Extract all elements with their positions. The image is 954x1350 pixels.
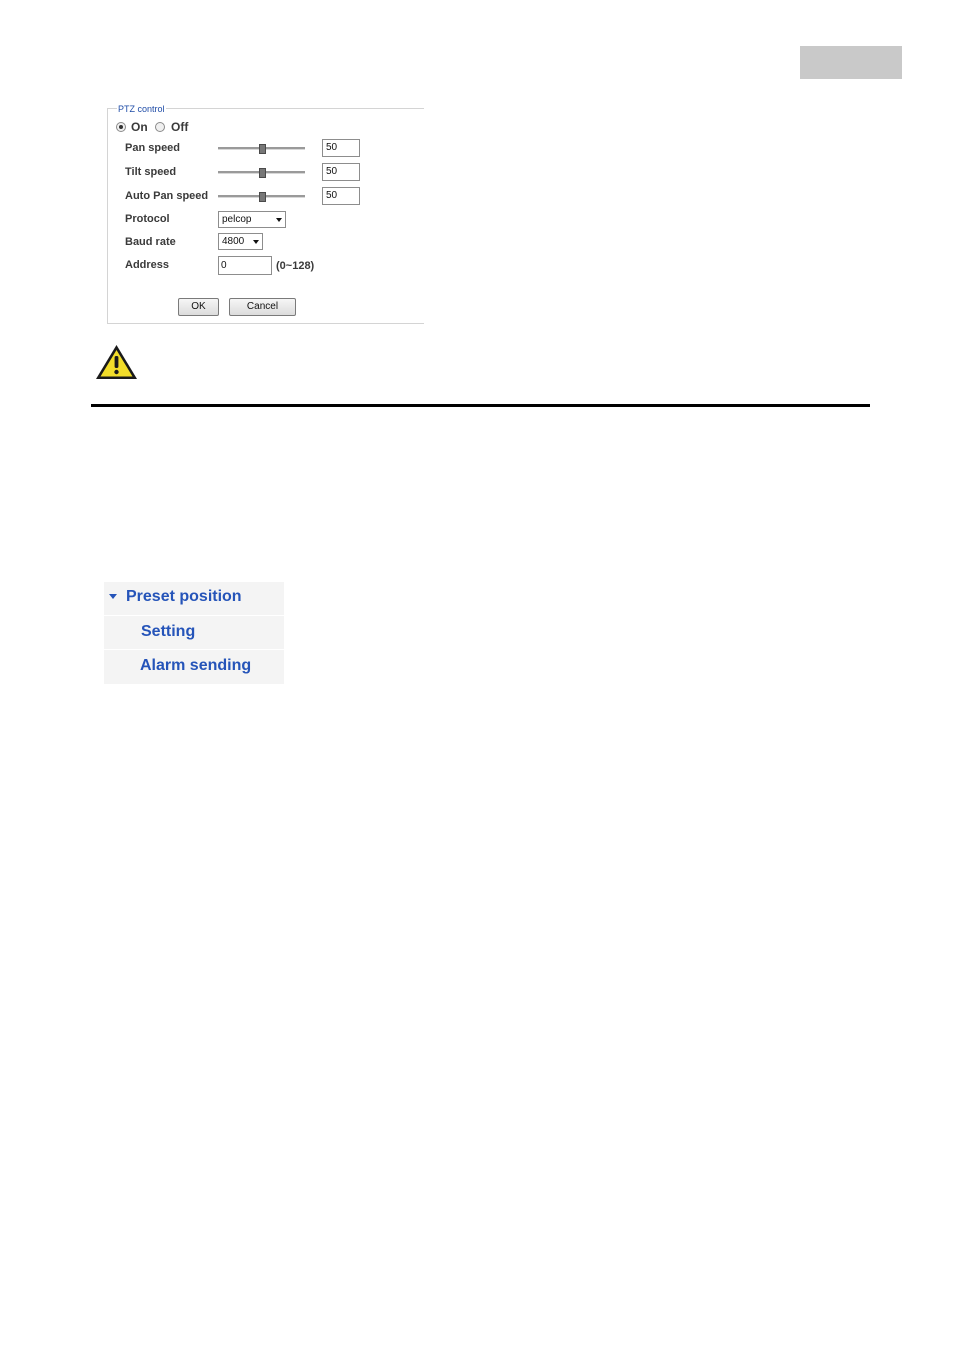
baud-rate-label: Baud rate — [125, 236, 176, 248]
ptz-control-legend: PTZ control — [117, 103, 166, 115]
slider-thumb[interactable] — [258, 144, 266, 154]
off-label: Off — [171, 120, 189, 134]
on-label: On — [131, 120, 148, 134]
chevron-down-icon — [253, 240, 259, 244]
baud-rate-select[interactable]: 4800 — [218, 233, 263, 250]
pan-speed-label: Pan speed — [125, 142, 181, 154]
auto-pan-speed-input[interactable]: 50 — [322, 187, 360, 205]
address-label: Address — [125, 259, 170, 271]
pan-speed-input[interactable]: 50 — [322, 139, 360, 157]
pan-speed-slider[interactable] — [218, 144, 305, 154]
section-divider — [91, 404, 870, 407]
menu-item-alarm-sending[interactable]: Alarm sending — [140, 656, 251, 675]
page-tab-marker — [800, 46, 902, 79]
on-radio[interactable] — [116, 122, 126, 132]
chevron-down-icon — [276, 218, 282, 222]
menu-separator — [104, 615, 284, 616]
slider-thumb[interactable] — [258, 192, 266, 202]
auto-pan-speed-label: Auto Pan speed — [125, 190, 209, 202]
warning-icon — [96, 345, 137, 379]
baud-rate-value: 4800 — [222, 236, 245, 247]
address-input[interactable]: 0 — [218, 256, 272, 275]
protocol-select[interactable]: pelcop — [218, 211, 286, 228]
protocol-value: pelcop — [222, 214, 252, 225]
caret-down-icon — [109, 594, 117, 599]
menu-title-preset-position[interactable]: Preset position — [126, 587, 242, 606]
address-range-hint: (0~128) — [276, 260, 315, 272]
tilt-speed-slider[interactable] — [218, 168, 305, 178]
slider-thumb[interactable] — [258, 168, 266, 178]
menu-separator — [104, 649, 284, 650]
ok-button[interactable]: OK — [178, 298, 219, 316]
protocol-label: Protocol — [125, 213, 170, 225]
preset-position-menu: Preset position Setting Alarm sending — [104, 582, 284, 684]
off-radio[interactable] — [155, 122, 165, 132]
menu-item-setting[interactable]: Setting — [141, 622, 195, 641]
auto-pan-speed-slider[interactable] — [218, 192, 305, 202]
tilt-speed-label: Tilt speed — [125, 166, 177, 178]
tilt-speed-input[interactable]: 50 — [322, 163, 360, 181]
cancel-button[interactable]: Cancel — [229, 298, 296, 316]
